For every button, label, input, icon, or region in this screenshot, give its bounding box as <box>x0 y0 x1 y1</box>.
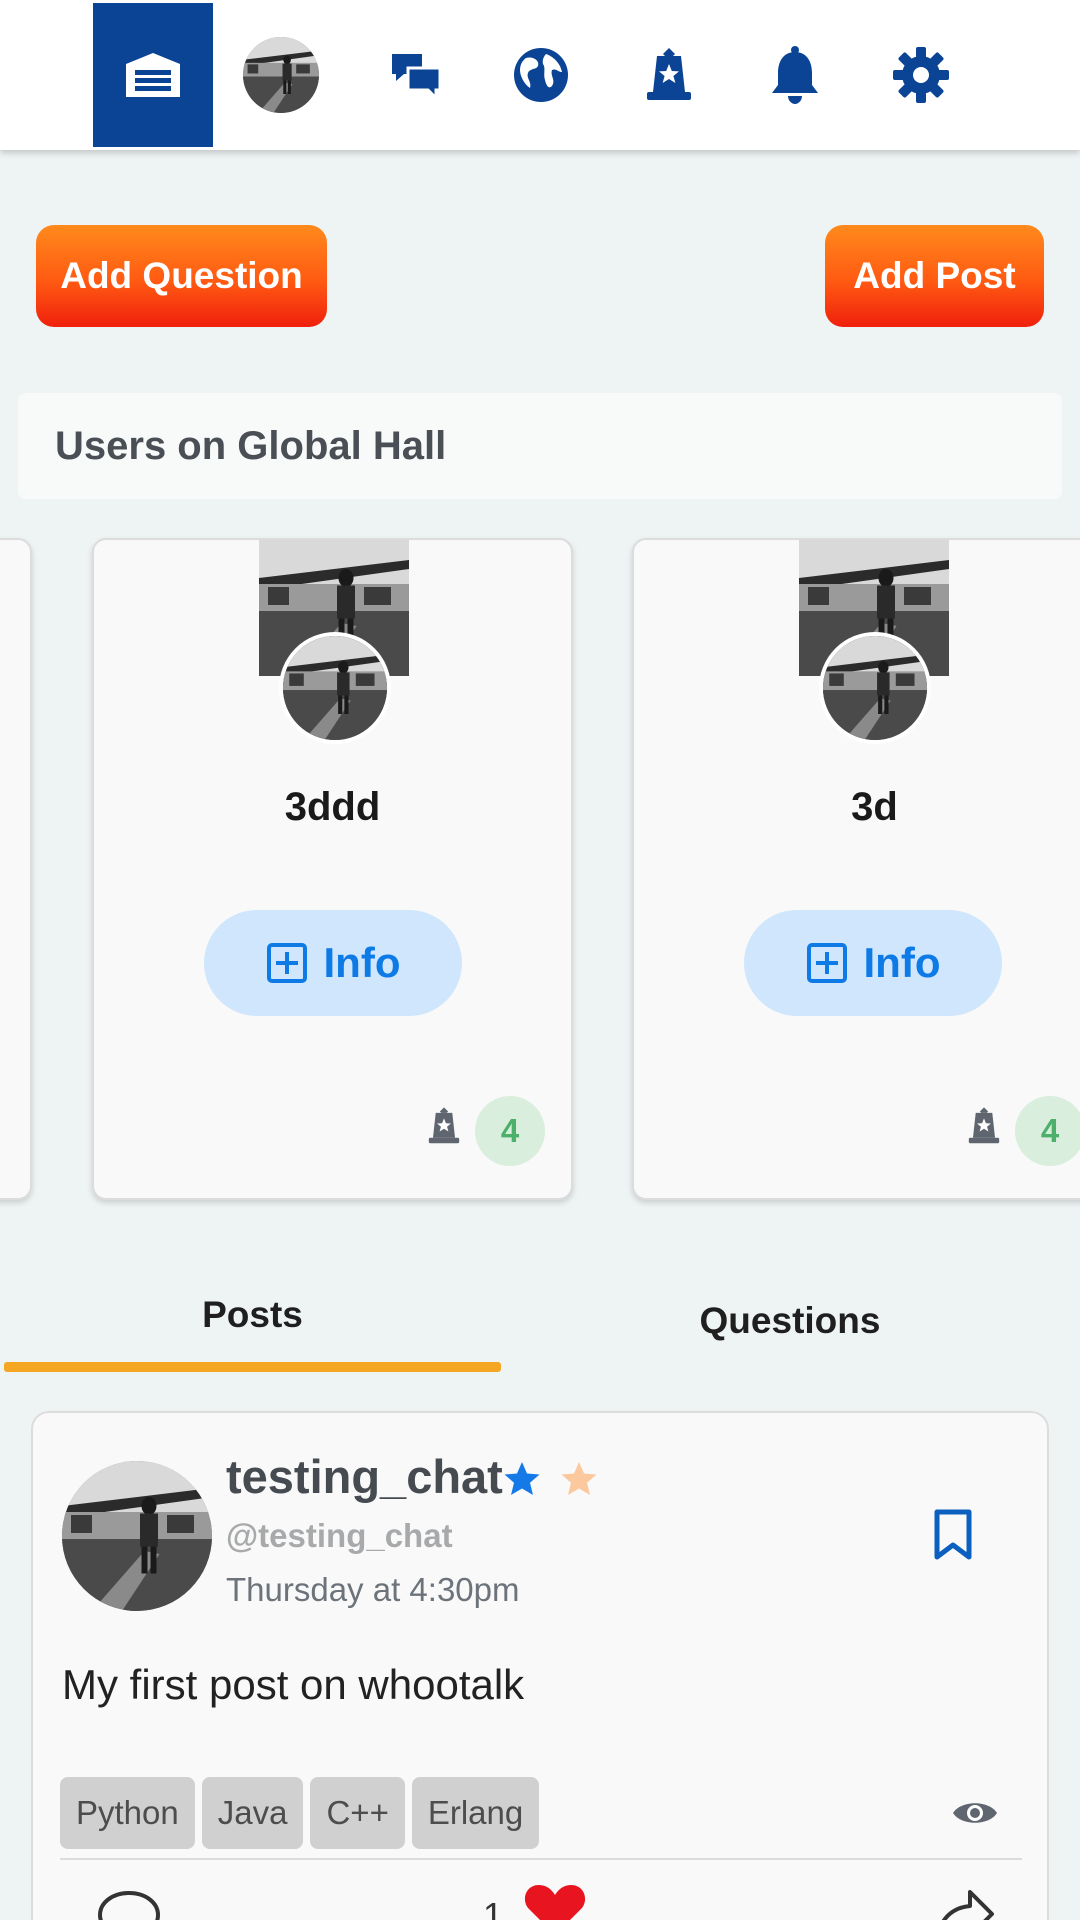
tag[interactable]: C++ <box>310 1777 405 1849</box>
user-avatar <box>279 632 391 744</box>
star-icon <box>504 1462 540 1495</box>
badge-count: 4 <box>1015 1096 1080 1166</box>
top-nav <box>0 0 1080 150</box>
home-icon <box>126 53 180 97</box>
nav-rank[interactable] <box>631 37 707 113</box>
active-tab-indicator <box>4 1362 501 1372</box>
bell-icon <box>772 46 818 104</box>
nav-notifications[interactable] <box>757 37 833 113</box>
nav-home[interactable] <box>93 3 213 147</box>
user-card[interactable]: 3ddd Info 4 <box>92 538 573 1200</box>
tab-posts[interactable]: Posts <box>4 1260 501 1370</box>
tag[interactable]: Python <box>60 1777 195 1849</box>
nav-chat[interactable] <box>378 37 454 113</box>
eye-icon[interactable] <box>951 1796 999 1830</box>
user-card-partial[interactable] <box>0 538 32 1200</box>
badge-count: 4 <box>475 1096 545 1166</box>
plus-square-icon <box>806 943 847 983</box>
rank-badge-icon <box>968 1107 1000 1144</box>
post-tags: Python Java C++ Erlang <box>60 1777 540 1849</box>
rank-badge-icon <box>428 1107 460 1144</box>
author-avatar[interactable] <box>62 1461 212 1611</box>
user-name: 3ddd <box>284 785 381 829</box>
like-count: 1 <box>483 1895 504 1920</box>
chat-icon <box>392 54 442 100</box>
post-body: My first post on whootalk <box>62 1661 525 1708</box>
gear-icon <box>893 47 949 103</box>
comment-icon[interactable] <box>96 1888 162 1920</box>
tag[interactable]: Java <box>201 1777 304 1849</box>
user-name: 3d <box>851 785 898 829</box>
rank-badge-icon <box>647 48 691 100</box>
user-avatar <box>819 632 931 744</box>
nav-settings[interactable] <box>883 37 959 113</box>
info-button-label: Info <box>323 939 401 986</box>
nav-profile[interactable] <box>243 37 319 113</box>
tag[interactable]: Erlang <box>411 1777 540 1849</box>
users-section-title: Users on Global Hall <box>55 423 447 468</box>
author-name[interactable]: testing_chat <box>226 1449 503 1504</box>
add-question-button[interactable]: Add Question <box>36 225 327 327</box>
star-icon <box>561 1462 597 1495</box>
globe-icon <box>514 48 568 102</box>
info-button[interactable]: Info <box>744 910 1002 1016</box>
add-post-button[interactable]: Add Post <box>825 225 1044 327</box>
user-card[interactable]: 3d Info 4 <box>632 538 1080 1200</box>
post-card[interactable]: testing_chat @testing_chat Thursday at 4… <box>31 1411 1049 1920</box>
info-button-label: Info <box>863 939 941 986</box>
profile-avatar <box>243 37 319 113</box>
nav-globe[interactable] <box>503 37 579 113</box>
tab-questions[interactable]: Questions <box>540 1266 1040 1376</box>
author-handle: @testing_chat <box>226 1517 453 1554</box>
users-section-header: Users on Global Hall <box>18 393 1062 499</box>
heart-icon[interactable] <box>523 1881 587 1920</box>
post-divider <box>60 1858 1022 1860</box>
info-button[interactable]: Info <box>204 910 462 1016</box>
share-icon[interactable] <box>930 1888 996 1920</box>
bookmark-icon[interactable] <box>933 1509 973 1561</box>
plus-square-icon <box>266 943 307 983</box>
post-timestamp: Thursday at 4:30pm <box>226 1571 520 1608</box>
